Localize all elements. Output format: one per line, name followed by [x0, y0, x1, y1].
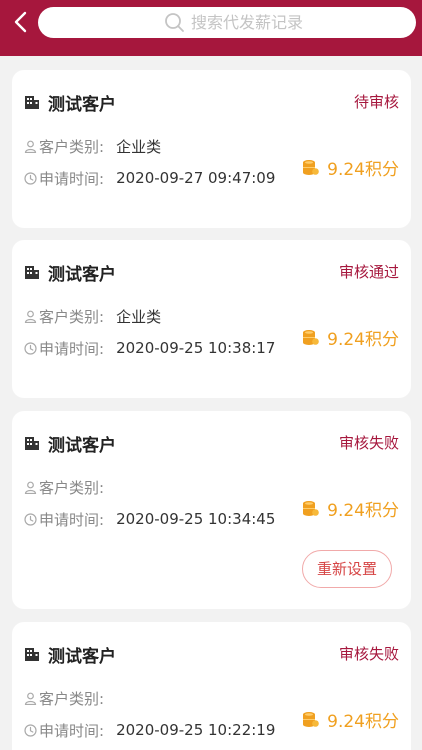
time-label: 申请时间: [39, 510, 105, 529]
record-title-text: 测试客户 [48, 435, 116, 456]
clock-icon [24, 512, 37, 526]
reset-button[interactable]: 重新设置 [302, 550, 392, 588]
record-card[interactable]: 测试客户 审核通过 客户类别: 企业类 申请时间: 2020-09-25 10:… [12, 240, 411, 398]
record-title-text: 测试客户 [48, 264, 116, 285]
category-value: 企业类 [116, 137, 162, 156]
time-row: 申请时间: 2020-09-25 10:38:17 [24, 338, 275, 358]
record-title: 测试客户 [24, 642, 116, 667]
category-row: 客户类别: [24, 477, 116, 497]
time-value: 2020-09-25 10:38:17 [116, 339, 276, 357]
status-badge: 审核失败 [338, 645, 399, 663]
search-icon [165, 13, 184, 32]
points-value: 9.24积分 [327, 711, 399, 732]
record-title-text: 测试客户 [48, 94, 116, 115]
coin-stack-icon [303, 711, 319, 727]
category-label: 客户类别: [39, 137, 105, 156]
record-title: 测试客户 [24, 90, 116, 115]
search-input[interactable]: 搜索代发薪记录 [38, 7, 416, 38]
header-bar: 搜索代发薪记录 [0, 0, 422, 56]
time-row: 申请时间: 2020-09-25 10:34:45 [24, 509, 275, 529]
time-value: 2020-09-27 09:47:09 [116, 169, 276, 187]
status-badge: 待审核 [353, 93, 399, 111]
coin-stack-icon [303, 159, 319, 175]
record-title: 测试客户 [24, 260, 116, 285]
building-icon [25, 648, 39, 661]
points-value: 9.24积分 [327, 500, 399, 521]
category-row: 客户类别: 企业类 [24, 306, 161, 326]
status-badge: 审核失败 [338, 434, 399, 452]
person-icon [24, 310, 37, 323]
category-row: 客户类别: [24, 688, 116, 708]
clock-icon [24, 171, 37, 185]
time-row: 申请时间: 2020-09-27 09:47:09 [24, 168, 275, 188]
person-icon [24, 481, 37, 494]
record-title: 测试客户 [24, 431, 116, 456]
category-label: 客户类别: [39, 307, 105, 326]
points-display: 9.24积分 [302, 497, 399, 521]
chevron-left-icon [14, 11, 27, 33]
category-value: 企业类 [116, 307, 162, 326]
points-value: 9.24积分 [327, 329, 399, 350]
building-icon [25, 266, 39, 279]
time-label: 申请时间: [39, 721, 105, 740]
points-display: 9.24积分 [302, 326, 399, 350]
back-button[interactable] [8, 8, 34, 36]
points-display: 9.24积分 [302, 708, 399, 732]
time-row: 申请时间: 2020-09-25 10:22:19 [24, 720, 275, 740]
record-card[interactable]: 测试客户 审核失败 客户类别: 申请时间: 2020-09-25 10:34:4… [12, 411, 411, 609]
clock-icon [24, 341, 37, 355]
time-value: 2020-09-25 10:22:19 [116, 721, 276, 739]
coin-stack-icon [303, 500, 319, 516]
building-icon [25, 437, 39, 450]
category-label: 客户类别: [39, 689, 105, 708]
building-icon [25, 96, 39, 109]
coin-stack-icon [303, 329, 319, 345]
record-card[interactable]: 测试客户 审核失败 客户类别: 申请时间: 2020-09-25 10:22:1… [12, 622, 411, 750]
points-value: 9.24积分 [327, 159, 399, 180]
person-icon [24, 140, 37, 153]
search-placeholder: 搜索代发薪记录 [191, 13, 304, 32]
person-icon [24, 692, 37, 705]
category-label: 客户类别: [39, 478, 105, 497]
status-badge: 审核通过 [338, 263, 399, 281]
category-row: 客户类别: 企业类 [24, 136, 161, 156]
time-value: 2020-09-25 10:34:45 [116, 510, 276, 528]
time-label: 申请时间: [39, 339, 105, 358]
time-label: 申请时间: [39, 169, 105, 188]
clock-icon [24, 723, 37, 737]
points-display: 9.24积分 [302, 156, 399, 180]
record-card[interactable]: 测试客户 待审核 客户类别: 企业类 申请时间: 2020-09-27 09:4… [12, 70, 411, 228]
record-title-text: 测试客户 [48, 646, 116, 667]
